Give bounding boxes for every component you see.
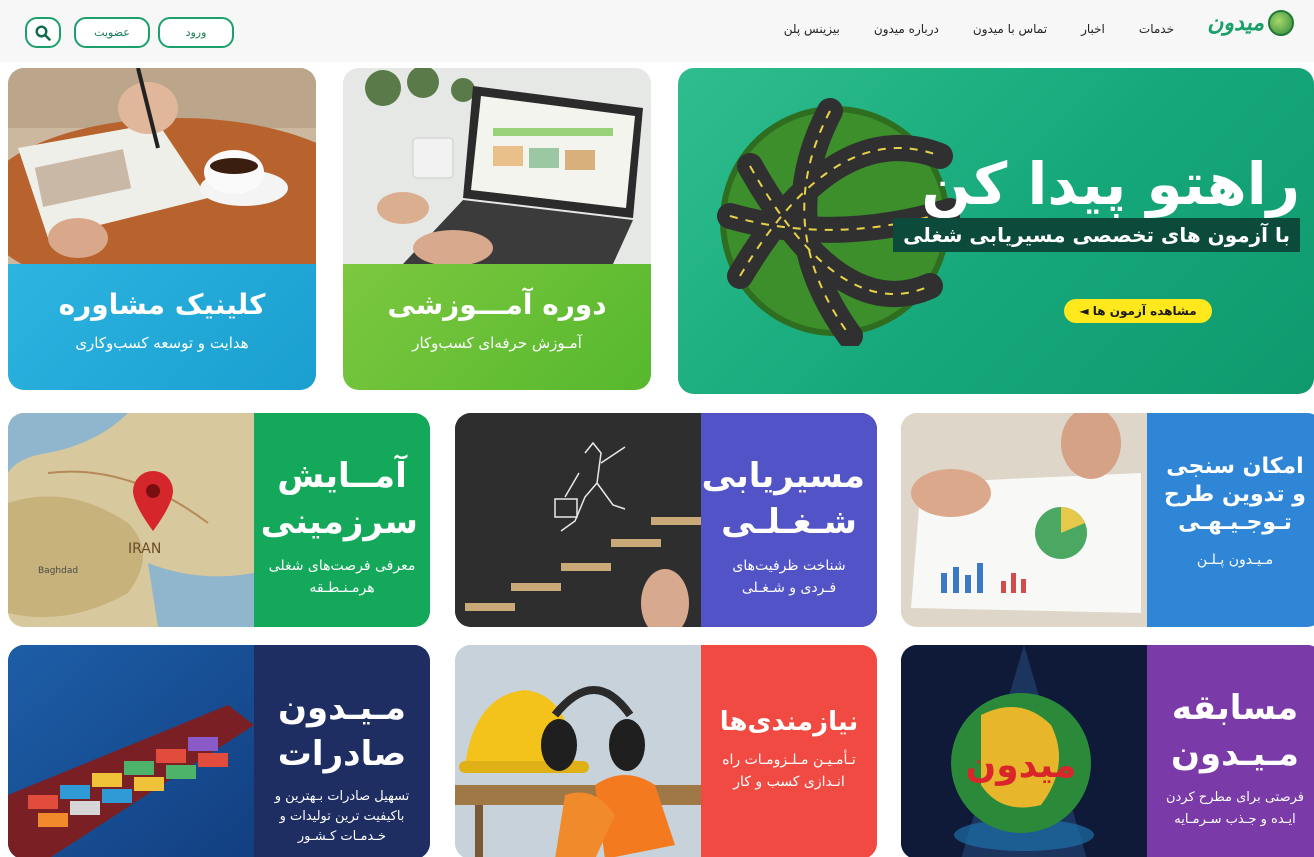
- contest-card[interactable]: میدون مسابقه مـیـدون فرصتی برای مطرح کرد…: [901, 645, 1314, 857]
- course-subtitle: آمـوزش حرفه‌ای کسب‌وکار: [412, 334, 582, 352]
- clinic-band: کلینیک مشاوره هدایت و توسعه کسب‌وکاری: [8, 264, 316, 390]
- site-header: میدون خدمات اخبار تماس با میدون درباره م…: [0, 0, 1314, 62]
- nav-item-about[interactable]: درباره میدون: [874, 22, 939, 36]
- course-title: دوره آمـــوزشی: [387, 288, 607, 321]
- land-panel: آمــایش سرزمینی معرفی فرصت‌های شغلی هرمـ…: [254, 413, 430, 627]
- contest-panel: مسابقه مـیـدون فرصتی برای مطرح کردن ایـد…: [1147, 645, 1314, 857]
- contest-subtitle: فرصتی برای مطرح کردن ایـده و جـذب سـرمـا…: [1165, 790, 1305, 827]
- export-panel: مـیـدون صادرات تسهیل صادرات بـهترین و با…: [254, 645, 430, 857]
- contest-title: مسابقه مـیـدون: [1171, 688, 1299, 774]
- contest-logo-text: میدون: [966, 745, 1077, 786]
- course-band: دوره آمـــوزشی آمـوزش حرفه‌ای کسب‌وکار: [343, 264, 651, 390]
- land-card[interactable]: IRAN Baghdad آمــایش سرزمینی معرفی فرصت‌…: [8, 413, 430, 627]
- view-exams-button[interactable]: مشاهده آزمون ها ◄: [1064, 299, 1212, 323]
- course-card[interactable]: دوره آمـــوزشی آمـوزش حرفه‌ای کسب‌وکار: [343, 68, 651, 390]
- career-card[interactable]: مسیریابی شـغـلـی شناخت ظرفیت‌های فـردی و…: [455, 413, 877, 627]
- plan-card[interactable]: امکان سنجی و تدوین طرح تـوجـیـهـی مـیـدو…: [901, 413, 1314, 627]
- hero-subtitle: با آزمون های تخصصی مسیریابی شغلی: [893, 218, 1300, 252]
- plan-panel: امکان سنجی و تدوین طرح تـوجـیـهـی مـیـدو…: [1147, 413, 1314, 627]
- consulting-photo: [8, 68, 316, 264]
- login-button[interactable]: ورود: [158, 17, 234, 48]
- nav-item-business-plan[interactable]: بیزینس پلن: [784, 22, 840, 36]
- cargo-ship-photo: [8, 645, 254, 857]
- site-logo[interactable]: میدون: [1207, 10, 1294, 36]
- nav-item-services[interactable]: خدمات: [1139, 22, 1174, 36]
- search-icon: [35, 24, 51, 41]
- laptop-photo: [343, 68, 651, 264]
- clinic-card[interactable]: کلینیک مشاوره هدایت و توسعه کسب‌وکاری: [8, 68, 316, 390]
- career-panel: مسیریابی شـغـلـی شناخت ظرفیت‌های فـردی و…: [701, 413, 877, 627]
- contest-globe-image: میدون: [901, 645, 1147, 857]
- plan-title: امکان سنجی و تدوین طرح تـوجـیـهـی: [1164, 454, 1306, 535]
- career-title: مسیریابی شـغـلـی: [701, 456, 865, 542]
- logo-text: میدون: [1207, 10, 1264, 36]
- map-photo: IRAN Baghdad: [8, 413, 254, 627]
- need-title: نیازمندی‌ها: [719, 707, 859, 737]
- career-subtitle: شناخت ظرفیت‌های فـردی و شـغـلی: [732, 558, 846, 596]
- logo-globe-icon: [1268, 10, 1294, 36]
- hero-banner[interactable]: راهتو پیدا کن با آزمون های تخصصی مسیریاب…: [678, 68, 1314, 394]
- export-card[interactable]: مـیـدون صادرات تسهیل صادرات بـهترین و با…: [8, 645, 430, 857]
- plan-subtitle: مـیـدون پـلـن: [1196, 552, 1274, 568]
- land-subtitle: معرفی فرصت‌های شغلی هرمـنـطـقه: [268, 558, 416, 596]
- nav-item-news[interactable]: اخبار: [1081, 22, 1105, 36]
- export-subtitle: تسهیل صادرات بـهترین و باکیفیت ترین تولی…: [274, 789, 410, 844]
- search-button[interactable]: [25, 17, 61, 48]
- nav-item-contact[interactable]: تماس با میدون: [973, 22, 1047, 36]
- clinic-title: کلینیک مشاوره: [58, 288, 266, 321]
- main-nav: خدمات اخبار تماس با میدون درباره میدون ب…: [784, 22, 1174, 36]
- map-label-iran: IRAN: [128, 541, 161, 557]
- export-title: مـیـدون صادرات: [277, 688, 407, 774]
- safety-gear-photo: [455, 645, 701, 857]
- need-panel: نیازمندی‌ها تـأمـیـن مـلـزومـات راه انـد…: [701, 645, 877, 857]
- join-button[interactable]: عضویت: [74, 17, 150, 48]
- stairs-photo: [455, 413, 701, 627]
- land-title: آمــایش سرزمینی: [260, 456, 418, 542]
- charts-photo: [901, 413, 1147, 627]
- map-label-city: Baghdad: [38, 566, 78, 576]
- hero-title: راهتو پیدا کن: [921, 150, 1301, 218]
- clinic-subtitle: هدایت و توسعه کسب‌وکاری: [75, 334, 249, 352]
- need-subtitle: تـأمـیـن مـلـزومـات راه انـدازی کسب و کا…: [722, 752, 856, 790]
- need-card[interactable]: نیازمندی‌ها تـأمـیـن مـلـزومـات راه انـد…: [455, 645, 877, 857]
